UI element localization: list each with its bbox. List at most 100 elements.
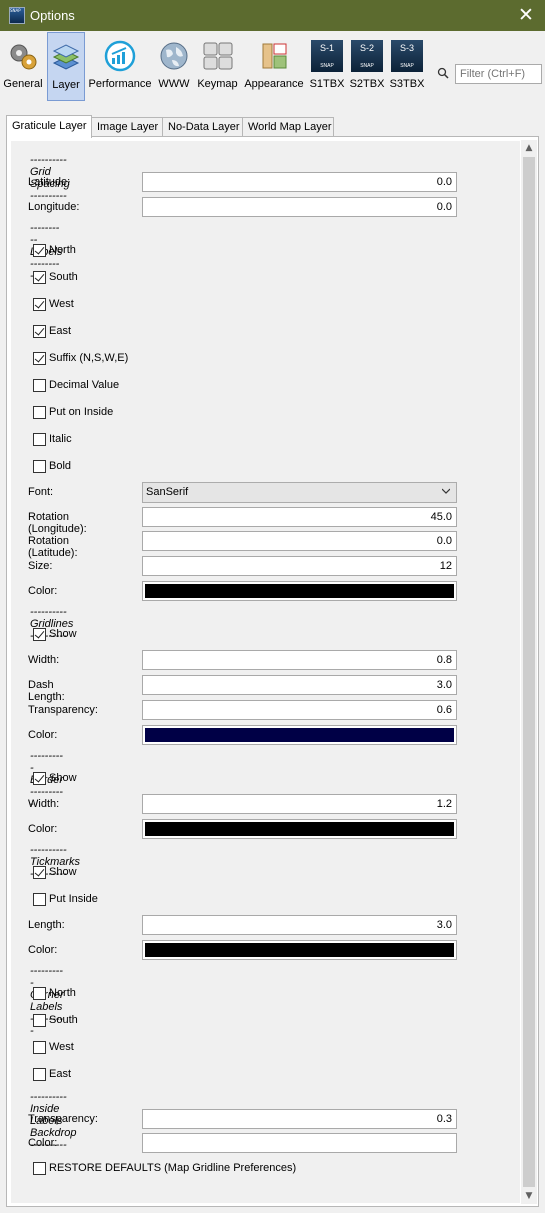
gridlines-transparency-field[interactable]: 0.6 [142, 700, 457, 720]
checkbox-icon [33, 460, 46, 473]
sentinel-1-icon: S-1 SNAP [311, 40, 343, 72]
dash-length-field[interactable]: 3.0 [142, 675, 457, 695]
checkbox-icon [33, 772, 46, 785]
tickmarks-color-picker[interactable] [142, 940, 457, 960]
gridlines-width-field[interactable]: 0.8 [142, 650, 457, 670]
rotation-longitude-field[interactable]: 45.0 [142, 507, 457, 527]
category-label: Keymap [197, 78, 238, 90]
rotation-latitude-field[interactable]: 0.0 [142, 531, 457, 551]
palette-icon [262, 43, 287, 69]
category-s2tbx[interactable]: S-2 SNAP S2TBX [348, 32, 386, 101]
gridlines-transparency-label: Transparency: [28, 704, 98, 716]
globe-icon [160, 42, 188, 70]
size-label: Size: [28, 560, 53, 572]
border-color-picker[interactable] [142, 819, 457, 839]
checkbox-icon [33, 1068, 46, 1081]
color-swatch [145, 822, 454, 836]
color-swatch [145, 584, 454, 598]
checkbox-icon [33, 352, 46, 365]
labels-color-picker[interactable] [142, 581, 457, 601]
search-icon [437, 67, 449, 79]
category-s3tbx[interactable]: S-3 SNAP S3TBX [388, 32, 426, 101]
tab-no-data-layer[interactable]: No-Data Layer [162, 117, 243, 137]
snap-app-icon [9, 7, 25, 24]
latitude-field[interactable]: 0.0 [142, 172, 457, 192]
checkbox-icon [33, 1041, 46, 1054]
gears-icon [10, 44, 37, 70]
category-www[interactable]: WWW [156, 32, 192, 101]
window-title: Options [30, 8, 75, 23]
longitude-label: Longitude: [28, 201, 80, 213]
checkbox-icon [33, 406, 46, 419]
gridlines-width-label: Width: [28, 654, 60, 666]
close-button[interactable]: ✕ [515, 4, 537, 26]
category-label: WWW [158, 78, 190, 90]
checkbox-icon [33, 325, 46, 338]
gridlines-color-picker[interactable] [142, 725, 457, 745]
border-width-field[interactable]: 1.2 [142, 794, 457, 814]
sentinel-2-icon: S-2 SNAP [351, 40, 383, 72]
checkbox-icon [33, 628, 46, 641]
scroll-up-icon[interactable]: ▲ [521, 140, 537, 156]
checkbox-icon [33, 433, 46, 446]
checkbox-icon [33, 379, 46, 392]
tab-image-layer[interactable]: Image Layer [91, 117, 163, 137]
dash-length-label: Dash Length: [28, 679, 65, 703]
rotation-longitude-label: Rotation (Longitude): [28, 511, 87, 535]
category-layer[interactable]: Layer [47, 32, 85, 101]
tab-graticule-layer[interactable]: Graticule Layer [6, 115, 92, 138]
category-label: S3TBX [389, 78, 425, 90]
category-label: Performance [88, 78, 152, 90]
checkbox-icon [33, 298, 46, 311]
category-keymap[interactable]: Keymap [195, 32, 240, 101]
tickmarks-length-field[interactable]: 3.0 [142, 915, 457, 935]
backdrop-color-picker[interactable] [142, 1133, 457, 1153]
checkbox-icon [33, 987, 46, 1000]
font-select-value: SanSerif [146, 486, 189, 498]
filter-input[interactable] [455, 64, 542, 84]
chevron-down-icon [442, 488, 450, 494]
backdrop-color-label: Color: [28, 1137, 58, 1149]
checkbox-icon [33, 271, 46, 284]
color-swatch [145, 728, 454, 742]
checkbox-icon [33, 244, 46, 257]
checkbox-icon [33, 893, 46, 906]
category-general[interactable]: General [2, 32, 44, 101]
checkbox-icon [33, 1014, 46, 1027]
checkbox-icon [33, 866, 46, 879]
category-s1tbx[interactable]: S-1 SNAP S1TBX [308, 32, 346, 101]
title-bar: Options ✕ [0, 0, 545, 31]
backdrop-transparency-label: Transparency: [28, 1113, 98, 1125]
size-field[interactable]: 12 [142, 556, 457, 576]
graticule-form [11, 141, 520, 1203]
backdrop-transparency-field[interactable]: 0.3 [142, 1109, 457, 1129]
tab-world-map-layer[interactable]: World Map Layer [242, 117, 334, 137]
speedometer-icon [104, 40, 136, 72]
snap-badge-text: SNAP [400, 63, 414, 69]
tickmarks-color-label: Color: [28, 944, 58, 956]
color-swatch [145, 1136, 454, 1150]
category-performance[interactable]: Performance [88, 32, 152, 101]
border-width-label: Width: [28, 798, 60, 810]
checkbox-icon [33, 1162, 46, 1175]
keyboard-icon [203, 42, 232, 70]
color-swatch [145, 943, 454, 957]
scroll-thumb[interactable] [523, 157, 535, 1187]
sentinel-3-icon: S-3 SNAP [391, 40, 423, 72]
font-select[interactable]: SanSerif [142, 482, 457, 503]
graticule-panel: ▲ ▼ [6, 136, 539, 1207]
font-label: Font: [28, 486, 54, 498]
scroll-down-icon[interactable]: ▼ [521, 1188, 537, 1204]
latitude-label: Latitude: [28, 176, 71, 188]
vertical-scrollbar[interactable]: ▲ ▼ [521, 140, 537, 1204]
category-label: Appearance [244, 78, 304, 90]
snap-badge-text: SNAP [360, 63, 374, 69]
category-label: General [3, 78, 43, 90]
rotation-latitude-label: Rotation (Latitude): [28, 535, 78, 559]
category-toolbar: General Layer Performance WWW Keymap App… [0, 31, 545, 103]
category-label: S2TBX [349, 78, 385, 90]
tickmarks-length-label: Length: [28, 919, 65, 931]
category-appearance[interactable]: Appearance [243, 32, 305, 101]
longitude-field[interactable]: 0.0 [142, 197, 457, 217]
snap-badge-text: SNAP [320, 63, 334, 69]
